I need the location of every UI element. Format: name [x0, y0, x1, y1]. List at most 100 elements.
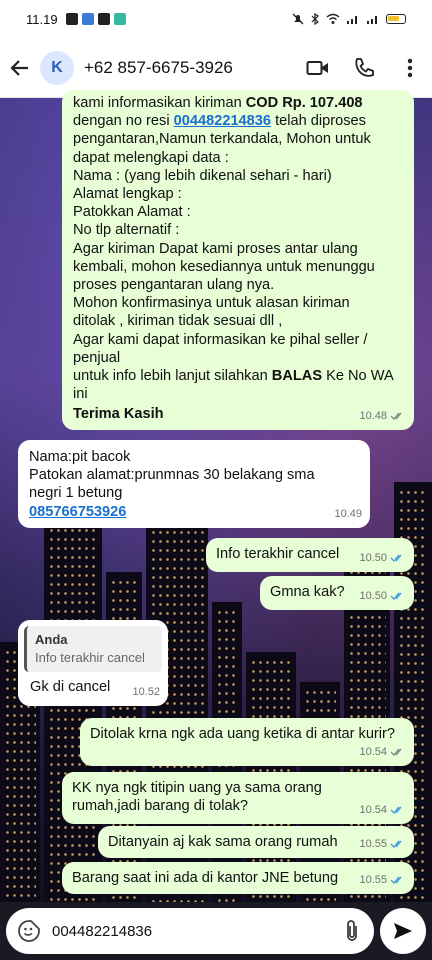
message-meta: 10.55 — [359, 871, 406, 889]
read-receipt-icon — [390, 592, 402, 600]
message-text: Barang saat ini ada di kantor JNE betung — [72, 870, 339, 886]
send-button[interactable] — [380, 908, 426, 954]
read-receipt-icon — [390, 840, 402, 848]
message-meta: 10.52 — [132, 683, 160, 701]
back-button[interactable] — [8, 56, 32, 80]
message-text: Info terakhir cancel — [216, 546, 340, 562]
status-bar: 11.19 — [0, 0, 432, 38]
message-line: untuk info lebih lanjut silahkan BALAS K… — [73, 368, 394, 385]
message-bubble-incoming[interactable]: Nama:pit bacok Patokan alamat:prunmnas 3… — [18, 440, 370, 528]
message-line: ini — [73, 386, 88, 403]
status-time: 11.19 — [26, 11, 58, 27]
message-line: Mohon konfirmasinya untuk alasan kiriman — [73, 295, 350, 312]
message-line: KK nya ngk titipin uang ya sama orang — [72, 780, 322, 796]
message-line: Agar kami dapat informasikan ke pihal se… — [73, 331, 368, 348]
more-vertical-icon — [407, 58, 413, 77]
tracking-number-link[interactable]: 004482214836 — [174, 113, 271, 129]
message-line: negri 1 betung — [29, 485, 123, 502]
read-receipt-icon — [390, 554, 402, 562]
battery-icon — [386, 14, 406, 24]
message-bubble-outgoing[interactable]: Info terakhir cancel 10.50 — [206, 538, 414, 572]
message-meta: 10.48 — [359, 407, 406, 425]
message-text: Gk di cancel — [30, 679, 111, 696]
message-line: Nama : (yang lebih dikenal sehari - hari… — [73, 167, 332, 184]
read-receipt-icon — [390, 412, 402, 420]
message-text: Gmna kak? — [270, 584, 345, 600]
message-meta: 10.55 — [359, 835, 406, 853]
attach-button[interactable] — [340, 919, 364, 943]
wifi-icon — [326, 13, 340, 24]
message-text: Ditanyain aj kak sama orang rumah — [108, 834, 338, 850]
chat-header: K +62 857-6675-3926 — [0, 38, 432, 98]
quote-text: Info terakhir cancel — [35, 650, 145, 666]
message-meta: 10.50 — [359, 587, 406, 605]
app-notification-icon — [65, 13, 78, 25]
message-composer: 004482214836 — [0, 902, 432, 960]
message-meta: 10.54 — [359, 743, 406, 761]
message-line: pengantaran,Namun terkandala, Mohon untu… — [73, 131, 371, 148]
message-input-container: 004482214836 — [6, 908, 374, 954]
message-text: Ditolak krna ngk ada uang ketika di anta… — [90, 726, 396, 742]
reply-quote[interactable]: Anda Info terakhir cancel — [24, 626, 162, 673]
sticker-smiley-icon — [18, 920, 40, 942]
message-line: dengan no resi 004482214836 telah dipros… — [73, 113, 366, 130]
phone-number-link[interactable]: 085766753926 — [29, 503, 360, 521]
message-line: Patokkan Alamat : — [73, 204, 191, 221]
voice-call-button[interactable] — [350, 54, 378, 82]
message-bubble-outgoing[interactable]: Barang saat ini ada di kantor JNE betung… — [62, 862, 414, 894]
message-time: 10.52 — [132, 685, 160, 698]
video-call-button[interactable] — [304, 54, 332, 82]
mute-icon — [292, 13, 304, 25]
message-bubble-outgoing[interactable]: Gmna kak? 10.50 — [260, 576, 414, 610]
messages-notification-icon — [113, 13, 126, 25]
paperclip-icon — [347, 920, 357, 941]
send-icon — [394, 923, 412, 939]
message-line: rumah,jadi barang di tolak? — [72, 798, 249, 815]
message-line: ditolak , kiriman tidak sesuai dll , — [73, 313, 283, 330]
message-line: kami informasikan kiriman COD Rp. 107.40… — [73, 95, 363, 111]
message-time: 10.50 — [359, 589, 387, 602]
contact-name[interactable]: +62 857-6675-3926 — [84, 58, 286, 78]
message-meta: 10.54 — [359, 801, 406, 819]
message-line: No tlp alternatif : — [73, 222, 180, 239]
message-time: 10.55 — [359, 873, 387, 886]
message-time: 10.55 — [359, 837, 387, 850]
emoji-button[interactable] — [16, 918, 42, 944]
system-icons — [292, 13, 406, 25]
message-meta: 10.49 — [334, 505, 362, 523]
youtube-notification-icon — [97, 13, 110, 25]
signal-icon — [347, 16, 357, 24]
message-line: kembali, mohon kesediannya untuk menungg… — [73, 258, 375, 275]
message-line: Nama:pit bacok — [29, 449, 131, 465]
read-receipt-icon — [390, 748, 402, 756]
arrow-left-icon — [10, 59, 28, 76]
message-time: 10.54 — [359, 803, 387, 816]
message-bubble-outgoing[interactable]: Ditolak krna ngk ada uang ketika di anta… — [80, 718, 414, 766]
message-time: 10.54 — [359, 745, 387, 758]
quote-author: Anda — [35, 632, 68, 647]
message-line: proses pengantaran ulang nya. — [73, 277, 275, 294]
message-line: Alamat lengkap : — [73, 186, 182, 203]
message-time: 10.50 — [359, 551, 387, 564]
read-receipt-icon — [390, 806, 402, 814]
more-options-button[interactable] — [396, 54, 424, 82]
message-bubble-incoming[interactable]: Anda Info terakhir cancel Gk di cancel 1… — [18, 620, 168, 706]
signal-2-icon — [367, 16, 377, 24]
bluetooth-icon — [311, 13, 319, 25]
message-line: Agar kiriman Dapat kami proses antar ula… — [73, 240, 358, 257]
message-bubble-outgoing[interactable]: KK nya ngk titipin uang ya sama orang ru… — [62, 772, 414, 824]
message-input[interactable]: 004482214836 — [52, 923, 340, 940]
message-meta: 10.50 — [359, 549, 406, 567]
message-line: penjual — [73, 349, 121, 366]
message-bubble-outgoing[interactable]: kami informasikan kiriman COD Rp. 107.40… — [62, 90, 414, 430]
avatar[interactable]: K — [40, 50, 74, 85]
message-time: 10.48 — [359, 409, 387, 422]
message-line: dapat melengkapi data : — [73, 149, 229, 166]
message-line: Patokan alamat:prunmnas 30 belakang sma — [29, 467, 315, 484]
message-bubble-outgoing[interactable]: Ditanyain aj kak sama orang rumah 10.55 — [98, 826, 414, 858]
notification-icons — [65, 13, 126, 25]
message-time: 10.49 — [334, 507, 362, 520]
phone-icon — [355, 57, 374, 77]
message-line: Terima Kasih — [73, 406, 164, 423]
video-camera-icon — [306, 60, 328, 75]
